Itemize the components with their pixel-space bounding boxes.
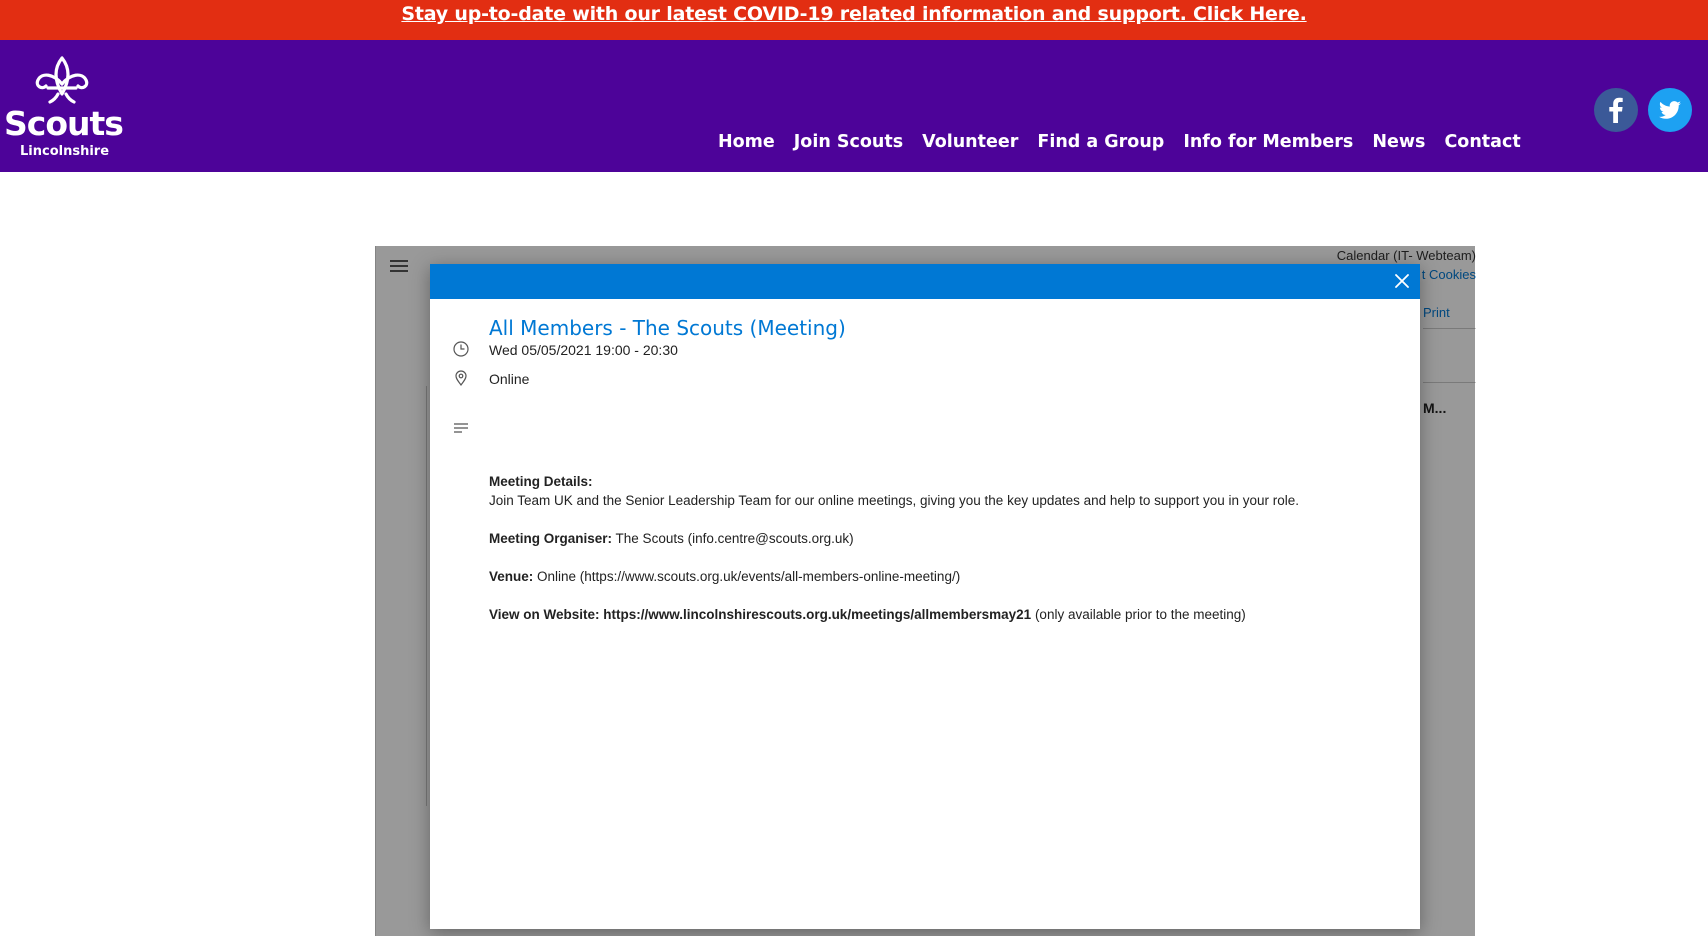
facebook-icon [1609,97,1623,123]
dialog-header-bar [430,264,1420,299]
website-note: (only available prior to the meeting) [1034,607,1246,622]
venue-value: Online (https://www.scouts.org.uk/events… [537,569,961,584]
scouts-logo[interactable]: Scouts Lincolnshire [4,54,124,162]
clock-icon [453,341,469,357]
twitter-button[interactable] [1648,88,1692,132]
event-location: Online [489,371,530,387]
logo-wordmark: Scouts [4,104,124,143]
website-label: View on Website: [489,607,600,622]
details-body: Join Team UK and the Senior Leadership T… [489,493,1299,508]
covid-banner: Stay up-to-date with our latest COVID-19… [0,0,1708,40]
nav-home[interactable]: Home [718,132,775,152]
event-datetime: Wed 05/05/2021 19:00 - 20:30 [489,342,678,358]
site-header: Scouts Lincolnshire Home Join Scouts Vol… [0,40,1708,172]
organiser-value: The Scouts (info.centre@scouts.org.uk) [615,531,854,546]
nav-news[interactable]: News [1372,132,1425,152]
nav-contact[interactable]: Contact [1444,132,1520,152]
description-icon [454,423,468,433]
covid-info-link[interactable]: Stay up-to-date with our latest COVID-19… [401,3,1306,25]
details-heading: Meeting Details: [489,474,593,489]
event-details-dialog: All Members - The Scouts (Meeting) Wed 0… [430,264,1420,929]
organiser-label: Meeting Organiser: [489,531,613,546]
nav-find-a-group[interactable]: Find a Group [1037,132,1164,152]
main-nav: Home Join Scouts Volunteer Find a Group … [718,132,1540,152]
event-title: All Members - The Scouts (Meeting) [489,316,846,340]
venue-label: Venue: [489,569,534,584]
close-icon[interactable] [1392,271,1412,291]
logo-region: Lincolnshire [20,144,110,159]
location-pin-icon [455,370,467,386]
facebook-button[interactable] [1594,88,1638,132]
nav-volunteer[interactable]: Volunteer [922,132,1018,152]
nav-info-for-members[interactable]: Info for Members [1183,132,1353,152]
nav-join-scouts[interactable]: Join Scouts [794,132,903,152]
twitter-icon [1659,101,1681,119]
fleur-de-lis-icon [35,56,89,104]
event-description: Meeting Details: Join Team UK and the Se… [489,472,1309,643]
website-link[interactable]: https://www.lincolnshirescouts.org.uk/me… [603,607,1031,622]
